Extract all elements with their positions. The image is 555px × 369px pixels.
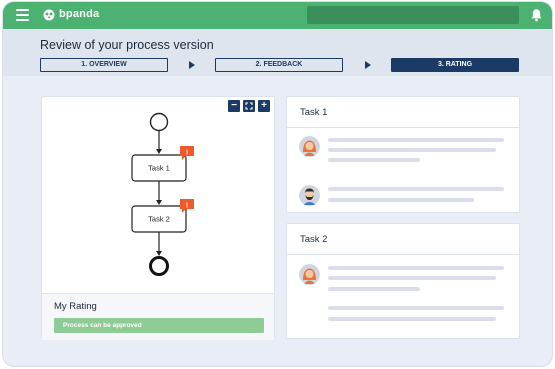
app-window: bpanda Review of your process version 1.… <box>2 1 553 367</box>
hamburger-menu-icon[interactable] <box>16 9 29 21</box>
feedback-alert-icon[interactable]: ! <box>180 146 194 160</box>
page-title: Review of your process version <box>40 38 214 52</box>
approval-status-badge: Process can be approved <box>54 318 264 333</box>
task-1-label: Task 1 <box>148 164 170 173</box>
end-event[interactable] <box>149 256 169 276</box>
comment-placeholder-line <box>328 138 504 142</box>
task-panel-header: Task 1 <box>287 97 519 128</box>
comment-placeholder-line <box>328 158 420 162</box>
comment-placeholder-line <box>328 198 474 202</box>
process-diagram-panel: − + Task 1 ! Task 2 ! My Rating Process … <box>41 96 275 340</box>
step-feedback[interactable]: 2. FEEDBACK <box>215 58 343 72</box>
brand-name: bpanda <box>59 8 100 20</box>
avatar-woman-icon <box>299 136 320 157</box>
notification-bell-icon[interactable] <box>530 8 543 22</box>
avatar-woman-icon <box>299 264 320 285</box>
task-1-feedback-panel: Task 1 <box>286 96 520 213</box>
comment-placeholder-line <box>328 276 496 280</box>
svg-text:!: ! <box>186 150 188 157</box>
task-2-label: Task 2 <box>148 215 170 224</box>
task-panel-title: Task 2 <box>300 234 328 245</box>
task-panel-header: Task 2 <box>287 224 519 255</box>
comment-placeholder-line <box>328 287 420 291</box>
step-overview[interactable]: 1. OVERVIEW <box>40 58 168 72</box>
avatar-man-icon <box>299 185 320 206</box>
my-rating-section: My Rating Process can be approved <box>42 293 274 340</box>
rating-title: My Rating <box>54 301 97 312</box>
comment-placeholder-line <box>328 148 496 152</box>
search-input[interactable] <box>307 6 519 24</box>
comment-placeholder-line <box>328 306 504 310</box>
top-bar: bpanda <box>3 2 552 29</box>
bpanda-logo-icon <box>43 9 55 21</box>
comment-placeholder-line <box>328 266 504 270</box>
task-2-feedback-panel: Task 2 <box>286 223 520 339</box>
svg-text:!: ! <box>186 203 188 210</box>
step-arrow-icon <box>365 61 371 69</box>
start-event[interactable] <box>149 112 169 132</box>
feedback-alert-icon[interactable]: ! <box>180 199 194 213</box>
comment-placeholder-line <box>328 317 496 321</box>
page-header: Review of your process version 1. OVERVI… <box>3 29 552 76</box>
task-panel-title: Task 1 <box>300 107 328 118</box>
comment-placeholder-line <box>328 187 504 191</box>
step-arrow-icon <box>189 61 195 69</box>
step-rating[interactable]: 3. RATING <box>391 58 519 72</box>
bpmn-diagram: Task 1 ! Task 2 ! <box>131 112 194 276</box>
